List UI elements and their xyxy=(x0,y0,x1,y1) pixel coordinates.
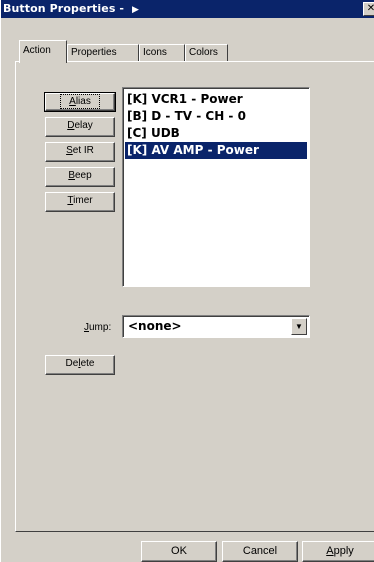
apply-label: Apply xyxy=(326,545,354,557)
title-arrow-icon: ▶ xyxy=(132,5,140,15)
timer-label: Timer xyxy=(67,195,93,206)
delete-button[interactable]: Delete xyxy=(45,355,115,375)
delay-button[interactable]: Delay xyxy=(45,117,115,137)
dropdown-arrow-button[interactable]: ▼ xyxy=(291,318,307,335)
ok-button[interactable]: OK xyxy=(141,541,217,562)
title-bar[interactable]: Button Properties - ▶ ✕ xyxy=(1,0,374,18)
close-icon: ✕ xyxy=(366,3,374,14)
alias-button[interactable]: Alias xyxy=(44,92,116,112)
chevron-down-icon: ▼ xyxy=(295,322,303,331)
list-item[interactable]: [B] D - TV - CH - 0 xyxy=(125,108,307,125)
beep-button[interactable]: Beep xyxy=(45,167,115,187)
tab-properties[interactable]: Properties xyxy=(67,44,139,62)
delay-label: Delay xyxy=(67,120,93,131)
footer-bar: OK Cancel Apply xyxy=(1,541,374,562)
tab-colors[interactable]: Colors xyxy=(185,44,228,62)
set-ir-button[interactable]: Set IR xyxy=(45,142,115,162)
window-title: Button Properties - ▶ xyxy=(3,2,139,15)
alias-label: Alias xyxy=(60,94,100,109)
set-ir-label: Set IR xyxy=(66,145,94,156)
button-properties-dialog: Button Properties - ▶ ✕ Action Propertie… xyxy=(0,0,374,562)
action-list[interactable]: [K] VCR1 - Power [B] D - TV - CH - 0 [C]… xyxy=(122,87,310,287)
list-item-selected[interactable]: [K] AV AMP - Power xyxy=(125,142,307,159)
beep-label: Beep xyxy=(68,170,92,181)
jump-dropdown[interactable]: <none> ▼ xyxy=(122,315,310,338)
timer-button[interactable]: Timer xyxy=(45,192,115,212)
list-item[interactable]: [C] UDB xyxy=(125,125,307,142)
close-button[interactable]: ✕ xyxy=(363,2,374,16)
window-title-text: Button Properties - xyxy=(3,2,129,15)
tab-icons[interactable]: Icons xyxy=(139,44,185,62)
tab-action[interactable]: Action xyxy=(19,40,67,63)
delete-label: Delete xyxy=(65,358,95,369)
jump-selected-value: <none> xyxy=(128,319,182,333)
jump-label: Jump: xyxy=(84,322,112,333)
list-item[interactable]: [K] VCR1 - Power xyxy=(125,91,307,108)
cancel-button[interactable]: Cancel xyxy=(222,541,298,562)
apply-button[interactable]: Apply xyxy=(302,541,374,562)
